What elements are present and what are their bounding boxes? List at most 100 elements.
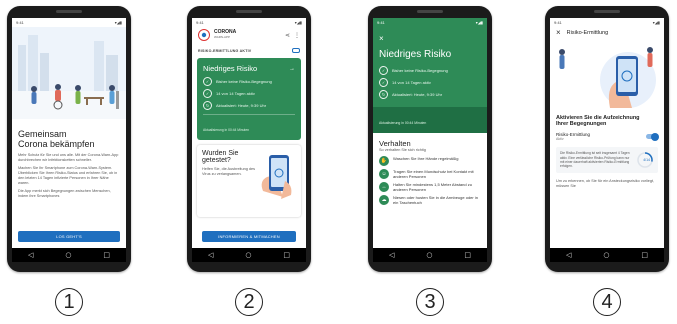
status-icons: ▾◢▮ [652, 20, 660, 25]
risk-row-text: Aktualisiert: Heute, 9:39 Uhr [392, 92, 443, 97]
risk-row: ✓ 14 von 14 Tagen aktiv [379, 78, 481, 87]
step-number-1: 1 [55, 288, 83, 316]
risk-row: ↻ Aktualisiert: Heute, 9:39 Uhr [379, 90, 481, 99]
refresh-icon: ↻ [379, 90, 388, 99]
risk-update-text: Aktualisierung in 00:44 Minuten [379, 121, 427, 125]
behavior-item: ↔ Halten Sie mindestens 1,5 Meter Abstand… [379, 182, 481, 192]
risk-row-text: 14 von 14 Tagen aktiv [216, 91, 255, 96]
refresh-icon: ↻ [203, 101, 212, 110]
risk-row-text: Aktualisiert: Heute, 9:39 Uhr [216, 103, 267, 108]
behavior-text: Niesen oder husten Sie in die Armbeuge o… [393, 195, 478, 205]
risk-title: Niedriges Risiko [379, 49, 452, 60]
nav-recent-icon[interactable]: □ [464, 251, 471, 259]
status-bar: 9:41 ▾◢▮ [373, 18, 487, 27]
android-nav-bar: ◁ ○ □ [12, 248, 126, 262]
risk-determination-toggle[interactable] [646, 132, 659, 141]
calendar-check-icon: ✓ [203, 89, 212, 98]
risk-row-text: Bisher keine Risiko-Begegnung [216, 79, 272, 84]
onboarding-paragraph-3: Die App merkt sich Begegnungen zwischen … [18, 189, 111, 198]
bottom-text: Um zu erkennen, ob Sie für ein Ansteckun… [556, 179, 655, 188]
shield-check-icon: ✓ [203, 77, 212, 86]
inform-participate-button-label: INFORMIEREN & MITMACHEN [218, 234, 280, 239]
nav-home-icon[interactable]: ○ [65, 251, 71, 259]
arrow-right-icon: → [289, 65, 295, 72]
nav-back-icon[interactable]: ◁ [28, 251, 33, 259]
android-nav-bar: ◁ ○ □ [550, 248, 664, 262]
onboarding-paragraph-1: Mehr Schutz für Sie und uns alle. Mit de… [18, 153, 119, 162]
more-icon[interactable]: ⋮ [294, 32, 300, 39]
step-number-1-label: 1 [63, 290, 75, 313]
risk-row: ↻ Aktualisiert: Heute, 9:39 Uhr [203, 101, 295, 110]
nav-recent-icon[interactable]: □ [103, 251, 110, 259]
step-number-2: 2 [235, 288, 263, 316]
step-number-4-label: 4 [601, 290, 613, 313]
exposure-illustration [559, 47, 656, 108]
status-icons: ▾◢▮ [114, 20, 122, 25]
step-number-4: 4 [593, 288, 621, 316]
screen-risk-determination: 9:41 ▾◢▮ × Risiko-Ermittlung Aktivieren … [550, 18, 664, 262]
status-bar: 9:41 ▾◢▮ [12, 18, 126, 27]
status-time: 9:41 [377, 20, 385, 25]
close-icon[interactable]: × [379, 34, 384, 43]
sneeze-icon: ☁ [379, 195, 389, 205]
hand-phone-illustration [261, 155, 292, 199]
onboarding-paragraph-2: Machen Sie Ihr Smartphone zum Corona-War… [18, 166, 118, 185]
toggle-state: Aktiv [556, 137, 564, 141]
risk-card[interactable]: Niedriges Risiko → ✓ Bisher keine Risiko-… [197, 58, 301, 140]
nav-back-icon[interactable]: ◁ [566, 251, 571, 259]
nav-back-icon[interactable]: ◁ [208, 251, 213, 259]
behavior-section-subtitle: So verhalten Sie sich richtig [379, 148, 426, 152]
logo-text-2: WARN-APP [214, 35, 231, 39]
inform-participate-button[interactable]: INFORMIEREN & MITMACHEN [202, 231, 296, 242]
risk-row: ✓ Bisher keine Risiko-Begegnung [379, 66, 481, 75]
status-time: 9:41 [554, 20, 562, 25]
nav-back-icon[interactable]: ◁ [389, 251, 394, 259]
risk-card-footer: Aktualisierung in 00:44 Minuten [203, 128, 250, 132]
tested-text: Helfen Sie, die Ausbreitung des Virus zu… [202, 167, 255, 176]
lets-go-button-label: LOS GEHT'S [56, 234, 82, 239]
onboarding-heading-2: Corona bekämpfen [18, 139, 95, 149]
status-time: 9:41 [16, 20, 24, 25]
nav-recent-icon[interactable]: □ [641, 251, 648, 259]
bluetooth-active-icon [292, 48, 300, 53]
app-logo-icon [198, 29, 210, 41]
risk-card-title: Niedriges Risiko [203, 64, 258, 73]
close-icon[interactable]: × [556, 28, 561, 37]
status-bar: 9:41 ▾◢▮ [192, 18, 306, 27]
activation-heading-2: Ihrer Begegnungen [556, 121, 607, 127]
step-number-3: 3 [416, 288, 444, 316]
phone-2: 9:41 ▾◢▮ CORONA WARN-APP ⋖ ⋮ RISIKO-ERMI… [187, 6, 311, 272]
screen-title: Risiko-Ermittlung [566, 29, 609, 36]
nav-home-icon[interactable]: ○ [426, 251, 432, 259]
tested-card[interactable]: Wurden Sie getestet? Helfen Sie, die Aus… [197, 145, 301, 217]
shield-check-icon: ✓ [379, 66, 388, 75]
nav-home-icon[interactable]: ○ [603, 251, 609, 259]
phone-3: 9:41 ▾◢▮ × Niedriges Risiko ✓ Bisher kein… [368, 6, 492, 272]
distance-icon: ↔ [379, 182, 389, 192]
risk-row-text: 14 von 14 Tagen aktiv [392, 80, 431, 85]
share-icon[interactable]: ⋖ [285, 32, 290, 39]
behavior-text: Tragen Sie einen Mundschutz bei Kontakt … [393, 169, 474, 179]
risk-row-text: Bisher keine Risiko-Begegnung [392, 68, 448, 73]
progress-ring-label: 4/14 [643, 158, 650, 162]
section-label: RISIKO-ERMITTLUNG AKTIV [198, 48, 252, 53]
onboarding-heading-1: Gemeinsam [18, 129, 67, 139]
hand-wash-icon: ✋ [379, 156, 389, 166]
status-icons: ▾◢▮ [475, 20, 483, 25]
lets-go-button[interactable]: LOS GEHT'S [18, 231, 120, 242]
status-bar: 9:41 ▾◢▮ [550, 18, 664, 27]
calendar-check-icon: ✓ [379, 78, 388, 87]
face-mask-icon: ☺ [379, 169, 389, 179]
toggle-knob [651, 132, 659, 141]
screen-onboarding: 9:41 ▾◢▮ Gemeinsam Corona bekämpfen Mehr… [12, 18, 126, 262]
behavior-text: Halten Sie mindestens 1,5 Meter Abstand … [393, 182, 472, 192]
screen-risk-detail: 9:41 ▾◢▮ × Niedriges Risiko ✓ Bisher kein… [373, 18, 487, 262]
phone-1: 9:41 ▾◢▮ Gemeinsam Corona bekämpfen Mehr… [7, 6, 131, 272]
screen-home: 9:41 ▾◢▮ CORONA WARN-APP ⋖ ⋮ RISIKO-ERMI… [192, 18, 306, 262]
nav-recent-icon[interactable]: □ [283, 251, 290, 259]
status-icons: ▾◢▮ [294, 20, 302, 25]
behavior-section-title: Verhalten [379, 139, 411, 148]
step-number-2-label: 2 [243, 290, 255, 313]
nav-home-icon[interactable]: ○ [245, 251, 251, 259]
risk-row: ✓ 14 von 14 Tagen aktiv [203, 89, 295, 98]
